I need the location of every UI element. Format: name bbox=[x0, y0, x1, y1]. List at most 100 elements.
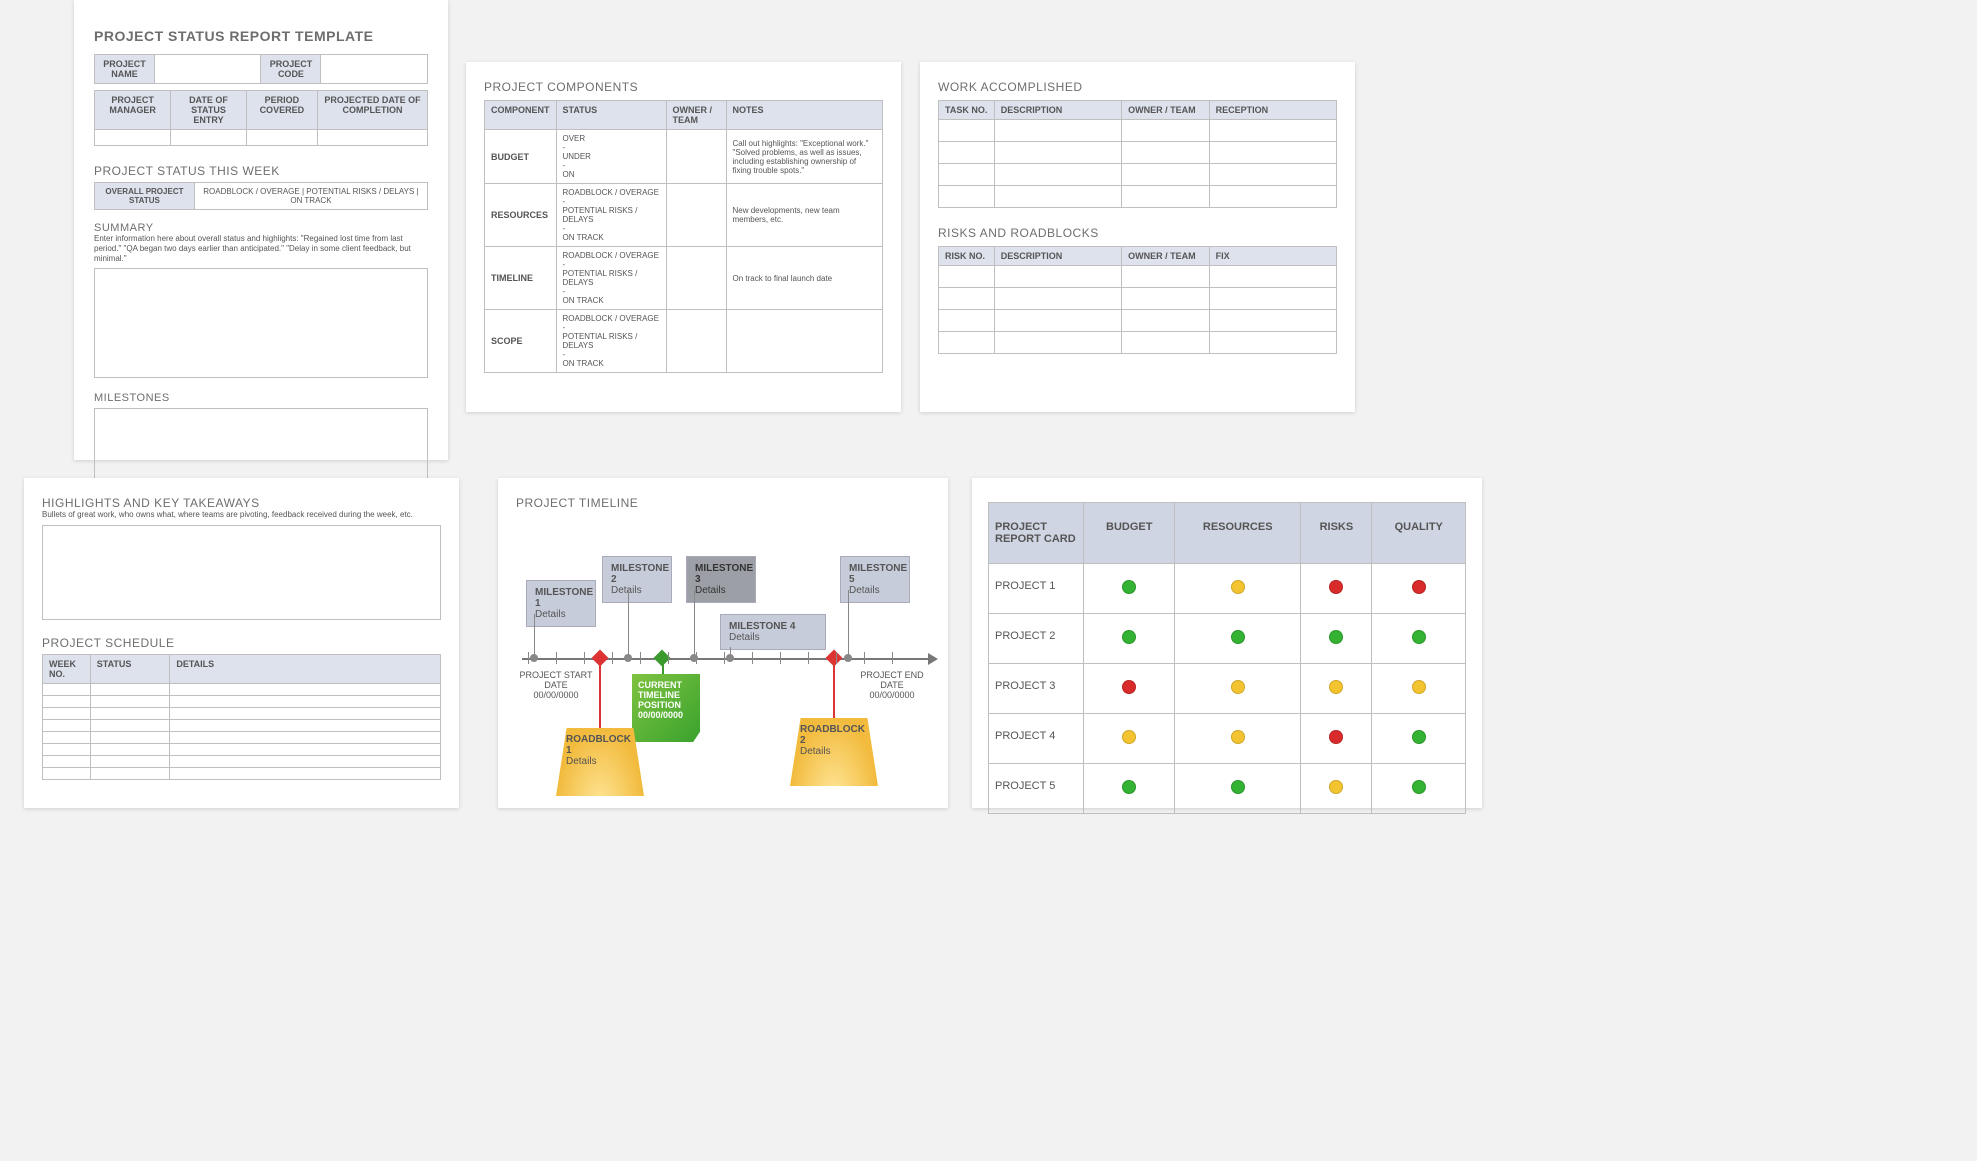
highlights-box[interactable] bbox=[42, 525, 441, 620]
roadblock-1-line bbox=[599, 660, 601, 730]
milestone-1: MILESTONE 1 Details bbox=[526, 580, 596, 627]
status-dot-icon bbox=[1329, 730, 1343, 744]
rc-cell bbox=[1301, 564, 1372, 614]
timeline-title: PROJECT TIMELINE bbox=[516, 496, 930, 510]
rc-cell bbox=[1084, 564, 1175, 614]
page1-row2: PROJECT MANAGER DATE OF STATUS ENTRY PER… bbox=[94, 90, 428, 146]
work-table: TASK NO. DESCRIPTION OWNER / TEAM RECEPT… bbox=[938, 100, 1337, 208]
overall-status-label: OVERALL PROJECT STATUS bbox=[95, 183, 195, 210]
cell-project-name[interactable] bbox=[154, 55, 261, 84]
rc-col-risks: RISKS bbox=[1301, 503, 1372, 564]
table-row: PROJECT 3 bbox=[989, 664, 1466, 714]
current-date: 00/00/0000 bbox=[638, 710, 694, 720]
rc-project-name: PROJECT 2 bbox=[989, 614, 1084, 664]
report-card-table: PROJECT REPORT CARD BUDGET RESOURCES RIS… bbox=[988, 502, 1466, 814]
table-row: BUDGET OVER - UNDER - ON Call out highli… bbox=[485, 130, 883, 184]
timeline-tick bbox=[528, 652, 529, 664]
table-row: PROJECT 4 bbox=[989, 714, 1466, 764]
milestone-5-sub: Details bbox=[849, 585, 901, 596]
roadblock-2-line bbox=[833, 660, 835, 720]
start-label: PROJECT START DATE bbox=[516, 670, 596, 690]
cell-pm-label: PROJECT MANAGER bbox=[95, 91, 171, 130]
table-row[interactable] bbox=[43, 756, 441, 768]
cell-dose-label: DATE OF STATUS ENTRY bbox=[171, 91, 246, 130]
timeline-tick bbox=[864, 652, 865, 664]
component-owner[interactable] bbox=[666, 310, 726, 373]
cell-completion[interactable] bbox=[318, 130, 428, 146]
rc-cell bbox=[1175, 664, 1301, 714]
roadblock-2-sub: Details bbox=[800, 746, 868, 757]
table-row[interactable] bbox=[43, 744, 441, 756]
risk-col-no: RISK NO. bbox=[939, 247, 995, 266]
status-dot-icon bbox=[1231, 680, 1245, 694]
table-row[interactable] bbox=[43, 708, 441, 720]
table-row[interactable] bbox=[43, 768, 441, 780]
table-row[interactable] bbox=[939, 332, 1337, 354]
milestone-4-title: MILESTONE 4 bbox=[729, 621, 817, 632]
report-card-header: PROJECT REPORT CARD BUDGET RESOURCES RIS… bbox=[989, 503, 1466, 564]
table-row[interactable] bbox=[939, 266, 1337, 288]
end-date: 00/00/0000 bbox=[852, 690, 932, 700]
table-row[interactable] bbox=[939, 310, 1337, 332]
rc-col-quality: QUALITY bbox=[1372, 503, 1466, 564]
milestone-5-stem bbox=[848, 590, 849, 658]
table-row[interactable] bbox=[939, 120, 1337, 142]
components-col-component: COMPONENT bbox=[485, 101, 557, 130]
work-col-description: DESCRIPTION bbox=[994, 101, 1121, 120]
table-row[interactable] bbox=[43, 696, 441, 708]
page-1: PROJECT STATUS REPORT TEMPLATE PROJECT N… bbox=[74, 0, 448, 460]
rc-cell bbox=[1372, 764, 1466, 814]
page-3: WORK ACCOMPLISHED TASK NO. DESCRIPTION O… bbox=[920, 62, 1355, 412]
cell-period-label: PERIOD COVERED bbox=[246, 91, 317, 130]
summary-label: SUMMARY bbox=[94, 222, 428, 234]
cell-dose[interactable] bbox=[171, 130, 246, 146]
rc-cell bbox=[1175, 714, 1301, 764]
table-row[interactable] bbox=[43, 732, 441, 744]
table-row: TIMELINE ROADBLOCK / OVERAGE - POTENTIAL… bbox=[485, 247, 883, 310]
component-name: TIMELINE bbox=[485, 247, 557, 310]
arrowhead-icon bbox=[928, 653, 938, 665]
component-owner[interactable] bbox=[666, 130, 726, 184]
schedule-col-week: WEEK NO. bbox=[43, 655, 91, 684]
risk-col-description: DESCRIPTION bbox=[994, 247, 1121, 266]
work-col-owner: OWNER / TEAM bbox=[1122, 101, 1210, 120]
status-dot-icon bbox=[1329, 680, 1343, 694]
rc-project-name: PROJECT 5 bbox=[989, 764, 1084, 814]
milestone-1-title: MILESTONE 1 bbox=[535, 587, 587, 609]
table-row[interactable] bbox=[939, 164, 1337, 186]
cell-pm[interactable] bbox=[95, 130, 171, 146]
status-dot-icon bbox=[1122, 630, 1136, 644]
timeline-canvas: [12,40,68,96,124,152,180,208,236,264,292… bbox=[516, 510, 930, 790]
components-title: PROJECT COMPONENTS bbox=[484, 80, 883, 94]
cell-project-name-label: PROJECT NAME bbox=[95, 55, 155, 84]
rc-cell bbox=[1175, 614, 1301, 664]
rc-cell bbox=[1084, 714, 1175, 764]
table-row[interactable] bbox=[43, 684, 441, 696]
cell-project-code[interactable] bbox=[321, 55, 428, 84]
table-row[interactable] bbox=[939, 186, 1337, 208]
table-row[interactable] bbox=[43, 720, 441, 732]
summary-box[interactable] bbox=[94, 268, 428, 378]
component-name: SCOPE bbox=[485, 310, 557, 373]
milestone-3-sub: Details bbox=[695, 585, 747, 596]
table-row[interactable] bbox=[939, 142, 1337, 164]
status-dot-icon bbox=[1122, 730, 1136, 744]
roadblock-1-sub: Details bbox=[566, 756, 634, 767]
roadblock-1-box: ROADBLOCK 1 Details bbox=[556, 728, 644, 796]
component-owner[interactable] bbox=[666, 247, 726, 310]
current-position-box: CURRENT TIMELINE POSITION 00/00/0000 bbox=[632, 674, 700, 742]
table-row[interactable] bbox=[939, 288, 1337, 310]
status-opt-3: ON TRACK bbox=[290, 196, 331, 205]
cell-period[interactable] bbox=[246, 130, 317, 146]
status-dot-icon bbox=[1412, 580, 1426, 594]
table-row: PROJECT 5 bbox=[989, 764, 1466, 814]
milestone-3-title: MILESTONE 3 bbox=[695, 563, 747, 585]
end-label-block: PROJECT END DATE 00/00/0000 bbox=[852, 670, 932, 700]
rc-cell bbox=[1372, 564, 1466, 614]
timeline-tick bbox=[752, 652, 753, 664]
status-dot-icon bbox=[1329, 630, 1343, 644]
rc-cell bbox=[1372, 664, 1466, 714]
component-name: BUDGET bbox=[485, 130, 557, 184]
component-notes: New developments, new team members, etc. bbox=[726, 184, 883, 247]
component-owner[interactable] bbox=[666, 184, 726, 247]
